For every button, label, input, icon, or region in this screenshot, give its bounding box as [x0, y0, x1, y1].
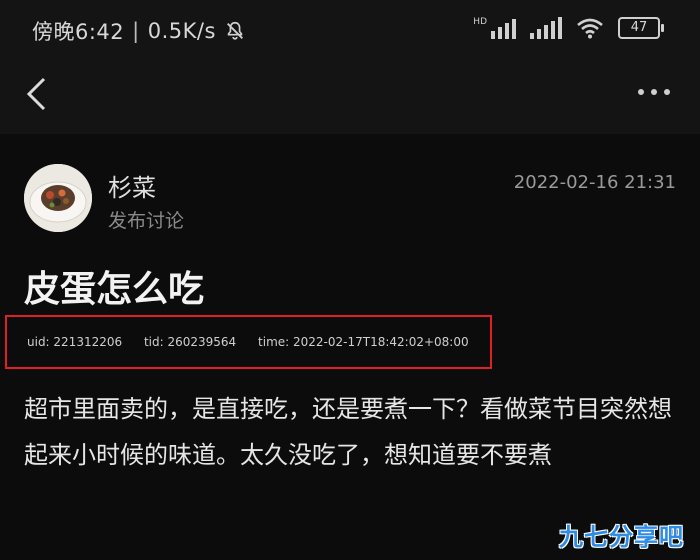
author-name[interactable]: 杉菜 [108, 168, 156, 203]
signal-icon [530, 17, 562, 39]
user-avatar[interactable] [24, 164, 92, 232]
status-bar: 傍晚6:42 | 0.5K/s HD 47 [0, 0, 700, 62]
more-options-icon[interactable] [638, 89, 670, 95]
uid-text: uid: 221312206 [27, 335, 123, 349]
status-time: 傍晚6:42 [32, 20, 125, 44]
post-body: 超市里面卖的，是直接吃，还是要煮一下？看做菜节目突然想起来小时候的味道。太久没吃… [24, 395, 672, 469]
wifi-icon [577, 18, 603, 39]
status-separator: | [132, 19, 140, 43]
app-header [0, 62, 700, 134]
post-action-label: 发布讨论 [108, 210, 185, 232]
mute-bell-icon [226, 21, 243, 40]
network-speed: 0.5K/s [147, 19, 216, 43]
hd-label: HD [473, 17, 487, 27]
battery-icon: 47 [618, 17, 664, 39]
post-timestamp: 2022-02-16 21:31 [513, 172, 676, 193]
hd-signal-icon: HD [473, 17, 516, 39]
back-arrow-icon[interactable] [18, 74, 58, 114]
post-meta-line: uid: 221312206 tid: 260239564 time: 2022… [27, 335, 487, 349]
time-text: time: 2022-02-17T18:42:02+08:00 [258, 335, 469, 349]
post-title: 皮蛋怎么吃 [24, 269, 205, 310]
highlight-box: uid: 221312206 tid: 260239564 time: 2022… [5, 315, 492, 369]
status-right: HD 47 [473, 17, 664, 39]
post-content: 杉菜 发布讨论 2022-02-16 21:31 皮蛋怎么吃 uid: 2213… [0, 134, 700, 560]
watermark: 九七分享吧 [559, 523, 684, 551]
status-left: 傍晚6:42 | 0.5K/s [32, 16, 246, 46]
tid-text: tid: 260239564 [143, 335, 237, 349]
